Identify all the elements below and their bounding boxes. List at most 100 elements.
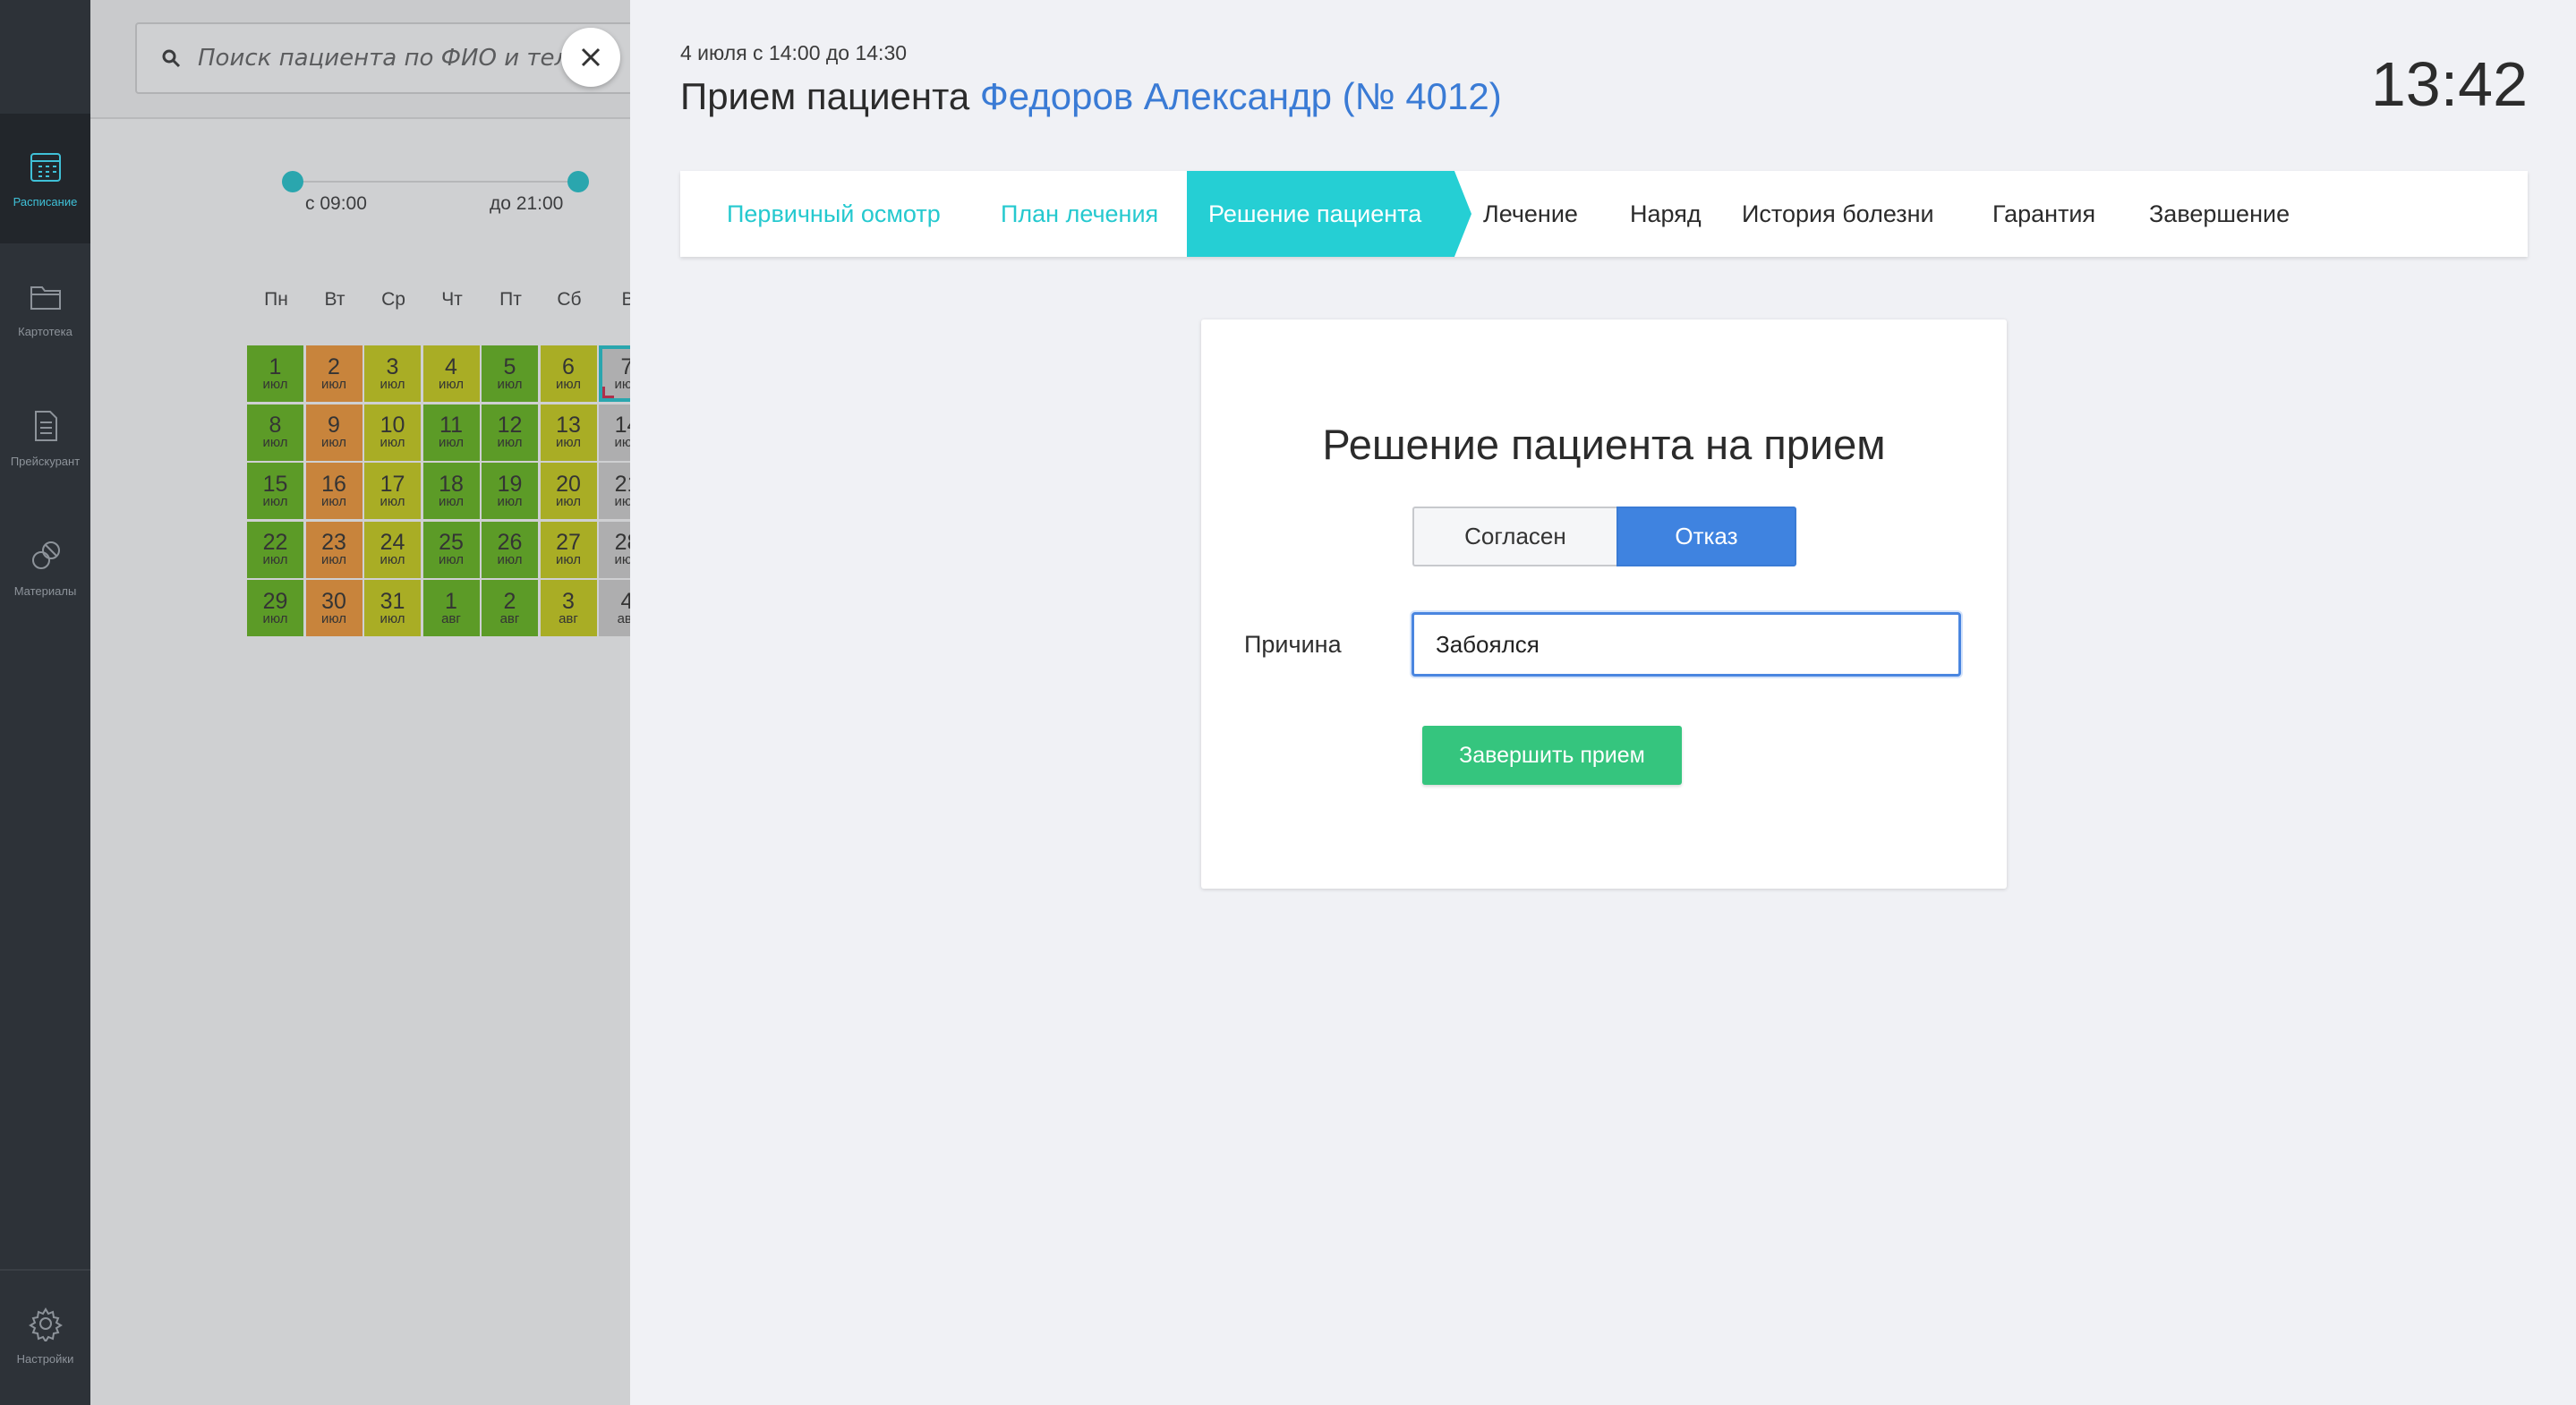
calendar-day-number: 22 [262,530,288,555]
calendar-day[interactable]: 18 июл [422,463,480,519]
calendar-day[interactable]: 13 июл [540,404,597,461]
calendar-day[interactable]: 31 июл [364,580,421,636]
tab-warranty[interactable]: Гарантия [1992,171,2095,257]
page-title: Прием пациента Федоров Александр (№ 4012… [680,75,1502,118]
patient-link[interactable]: Федоров Александр (№ 4012) [980,75,1502,117]
tab-label: Лечение [1483,200,1578,227]
calendar-day-number: 14 [614,413,630,438]
calendar-day[interactable]: 25 июл [422,521,480,578]
calendar-day[interactable]: 4авг [599,580,630,636]
card-title: Решение пациента на прием [1322,421,1886,468]
calendar-day[interactable]: 24 июл [364,521,421,578]
calendar-day[interactable]: 2 авг [482,580,538,636]
sidebar-item-schedule[interactable]: Расписание [0,114,90,243]
calendar-day[interactable]: 3 авг [540,580,597,636]
appointment-time: 4 июля с 14:00 до 14:30 [680,41,908,64]
time-from-label: с 09:00 [305,193,367,214]
close-button[interactable] [561,28,620,87]
calendar-day[interactable]: 14июл [599,404,630,461]
calendar-day[interactable]: 27 июл [540,521,597,578]
tab-treatment-plan[interactable]: План лечения [1001,171,1158,257]
sidebar-item-pricelist[interactable]: Прейскурант [0,373,90,503]
reason-label: Причина [1244,631,1342,658]
calendar-day[interactable]: 8 июл [247,404,303,461]
calendar-day-month: июл [438,552,465,567]
calendar-day[interactable]: 20 июл [540,463,597,519]
calendar-day[interactable]: 10 июл [364,404,421,461]
calendar-day[interactable]: 26 июл [482,521,538,578]
close-icon [581,47,601,67]
calendar-day-month: июл [262,493,288,509]
weekday-label: В [621,289,630,310]
patient-search[interactable] [135,22,630,94]
tab-patient-decision[interactable]: Решение пациента [1187,171,1471,257]
schedule-toolbar [90,0,630,119]
decision-toggle: Согласен Отказ [1412,507,1796,566]
calendar-day[interactable]: 2 июл [305,345,363,402]
slider-start-handle[interactable] [282,171,303,192]
calendar-day-month: июл [497,376,523,392]
calendar-day[interactable]: 21июл [599,463,630,519]
calendar-day-number: 4 [620,588,630,614]
time-range-slider[interactable]: с 09:00 до 21:00 [90,161,630,233]
calendar-day[interactable]: 17 июл [364,463,421,519]
calendar-day[interactable]: 6 июл [540,345,597,402]
sidebar-item-settings[interactable]: Настройки [0,1271,90,1401]
calendar-day[interactable]: 15 июл [247,463,303,519]
calendar-day-number: 3 [562,588,575,614]
calendar-day[interactable]: 5 июл [482,345,538,402]
reason-input[interactable] [1412,612,1961,677]
calendar-day-month: авг [441,610,461,626]
calendar-day-month: июл [320,376,347,392]
calendar-day[interactable]: 28июл [599,521,630,578]
calendar-day-number: 2 [503,588,516,614]
calendar-day-month: июл [438,435,465,450]
calendar-day[interactable]: 7июл [599,345,630,402]
tab-initial-exam[interactable]: Первичный осмотр [680,171,960,257]
agree-button[interactable]: Согласен [1412,507,1616,566]
workflow-tabs: Первичный осмотр План лечения Решение па… [680,171,2528,257]
calendar-day-number: 1 [445,588,457,614]
calendar-day-month: июл [262,435,288,450]
calendar-day[interactable]: 1 июл [247,345,303,402]
calendar-day[interactable]: 22 июл [247,521,303,578]
finish-appointment-button[interactable]: Завершить прием [1422,726,1682,785]
sidebar-item-label: Материалы [13,584,77,598]
sidebar-item-materials[interactable]: Материалы [0,503,90,633]
calendar-day-month: июл [497,493,523,509]
calendar-day-number: 16 [321,471,346,497]
refuse-button[interactable]: Отказ [1616,507,1796,566]
calendar-day-number: 20 [556,471,581,497]
calendar-day[interactable]: 11 июл [422,404,480,461]
tab-treatment[interactable]: Лечение [1483,171,1578,257]
calendar-day[interactable]: 3 июл [364,345,421,402]
weekday-label: Пн [264,289,288,310]
tab-completion[interactable]: Завершение [2149,171,2290,257]
tab-work-order[interactable]: Наряд [1630,171,1702,257]
calendar-day-month: июл [438,376,465,392]
calendar-day[interactable]: 12 июл [482,404,538,461]
calendar-day[interactable]: 9 июл [305,404,363,461]
calendar-day[interactable]: 23 июл [305,521,363,578]
search-icon [162,49,181,68]
calendar-day-month: июл [438,493,465,509]
sidebar: Расписание Картотека Прейскурант Материа… [0,0,90,1405]
tab-medical-history[interactable]: История болезни [1742,171,1934,257]
calendar-day-number: 3 [386,353,399,379]
calendar-day-month: авг [559,610,578,626]
sidebar-item-records[interactable]: Картотека [0,243,90,373]
calendar-day-number: 12 [497,413,523,438]
calendar-day[interactable]: 16 июл [305,463,363,519]
calendar-day-month: июл [380,493,405,509]
calendar-day[interactable]: 19 июл [482,463,538,519]
calendar-day[interactable]: 30 июл [305,580,363,636]
calendar-day[interactable]: 29 июл [247,580,303,636]
calendar-day[interactable]: 1 авг [422,580,480,636]
calendar-day-number: 30 [321,588,346,614]
calendar-day-number: 27 [556,530,581,555]
calendar-day-month: июл [262,610,288,626]
search-input[interactable] [196,44,611,72]
calendar-day[interactable]: 4 июл [422,345,480,402]
calendar-icon [30,153,61,182]
slider-end-handle[interactable] [567,171,589,192]
